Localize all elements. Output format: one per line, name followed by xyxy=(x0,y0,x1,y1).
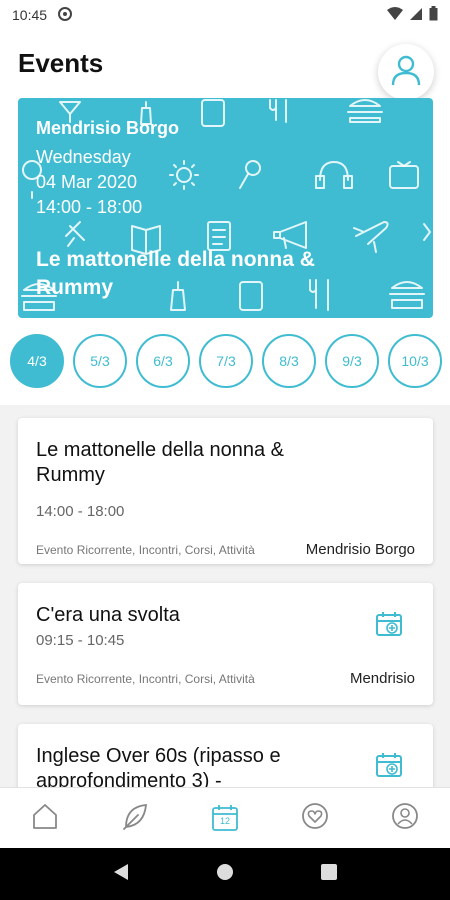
featured-event-title: Le mattonelle della nonna & Rummy xyxy=(36,248,315,299)
status-time: 10:45 xyxy=(12,7,48,23)
event-time: 14:00 - 18:00 xyxy=(36,503,125,520)
date-chip[interactable]: 5/3 xyxy=(73,334,127,388)
featured-event-location: Mendrisio Borgo xyxy=(36,118,179,138)
event-list[interactable]: Le mattonelle della nonna & Rummy 14:00 … xyxy=(0,405,450,787)
profile-icon xyxy=(390,801,420,836)
page-title: Events xyxy=(18,48,104,78)
nav-home[interactable] xyxy=(25,798,65,838)
back-icon[interactable] xyxy=(112,862,130,887)
heart-icon xyxy=(300,801,330,836)
add-to-calendar-icon[interactable] xyxy=(375,752,403,783)
event-title: Le mattonelle della nonna & Rummy xyxy=(36,439,284,486)
date-chip[interactable]: 7/3 xyxy=(199,334,253,388)
date-chip[interactable]: 6/3 xyxy=(136,334,190,388)
signal-icon xyxy=(409,7,423,24)
event-title: C'era una svolta xyxy=(36,604,180,626)
featured-event-details: Mendrisio Borgo Wednesday 04 Mar 2020 14… xyxy=(36,118,179,220)
event-card[interactable]: Inglese Over 60s (ripasso e approfondime… xyxy=(18,724,433,787)
notification-icon xyxy=(57,6,73,25)
date-chip[interactable]: 8/3 xyxy=(262,334,316,388)
featured-event-weekday: Wednesday xyxy=(36,147,131,167)
nav-events[interactable]: 12 xyxy=(205,798,245,838)
status-bar: 10:45 xyxy=(0,0,450,30)
event-title: Inglese Over 60s (ripasso e approfondime… xyxy=(36,745,281,787)
home-icon xyxy=(30,801,60,836)
event-location: Mendrisio Borgo xyxy=(305,541,415,558)
event-tags: Evento Ricorrente, Incontri, Corsi, Atti… xyxy=(36,543,255,557)
bottom-navigation: 12 xyxy=(0,787,450,848)
nav-explore[interactable] xyxy=(115,798,155,838)
wifi-icon xyxy=(387,6,403,24)
date-chip-selected[interactable]: 4/3 xyxy=(10,334,64,388)
event-card[interactable]: Le mattonelle della nonna & Rummy 14:00 … xyxy=(18,418,433,564)
date-chip[interactable]: 9/3 xyxy=(325,334,379,388)
calendar-icon: 12 xyxy=(210,803,240,833)
date-selector: 4/3 5/3 6/3 7/3 8/3 9/3 10/3 xyxy=(10,334,442,388)
battery-icon xyxy=(429,6,438,24)
recents-icon[interactable] xyxy=(320,863,338,886)
profile-button[interactable] xyxy=(378,44,434,100)
date-chip[interactable]: 10/3 xyxy=(388,334,442,388)
add-to-calendar-icon[interactable] xyxy=(375,611,403,642)
featured-event-time: 14:00 - 18:00 xyxy=(36,197,143,217)
leaf-icon xyxy=(120,801,150,836)
featured-event-date: 04 Mar 2020 xyxy=(36,172,138,192)
nav-favorites[interactable] xyxy=(295,798,335,838)
user-icon xyxy=(389,53,423,92)
event-location: Mendrisio xyxy=(349,670,415,687)
system-navigation-bar xyxy=(0,848,450,900)
event-card[interactable]: C'era una svolta 09:15 - 10:45 Evento Ri… xyxy=(18,583,433,705)
event-time: 09:15 - 10:45 xyxy=(36,632,125,649)
featured-event-card[interactable]: Mendrisio Borgo Wednesday 04 Mar 2020 14… xyxy=(18,98,433,318)
event-tags: Evento Ricorrente, Incontri, Corsi, Atti… xyxy=(36,672,255,686)
nav-profile[interactable] xyxy=(385,798,425,838)
calendar-day-label: 12 xyxy=(219,816,230,826)
home-circle-icon[interactable] xyxy=(215,862,235,887)
